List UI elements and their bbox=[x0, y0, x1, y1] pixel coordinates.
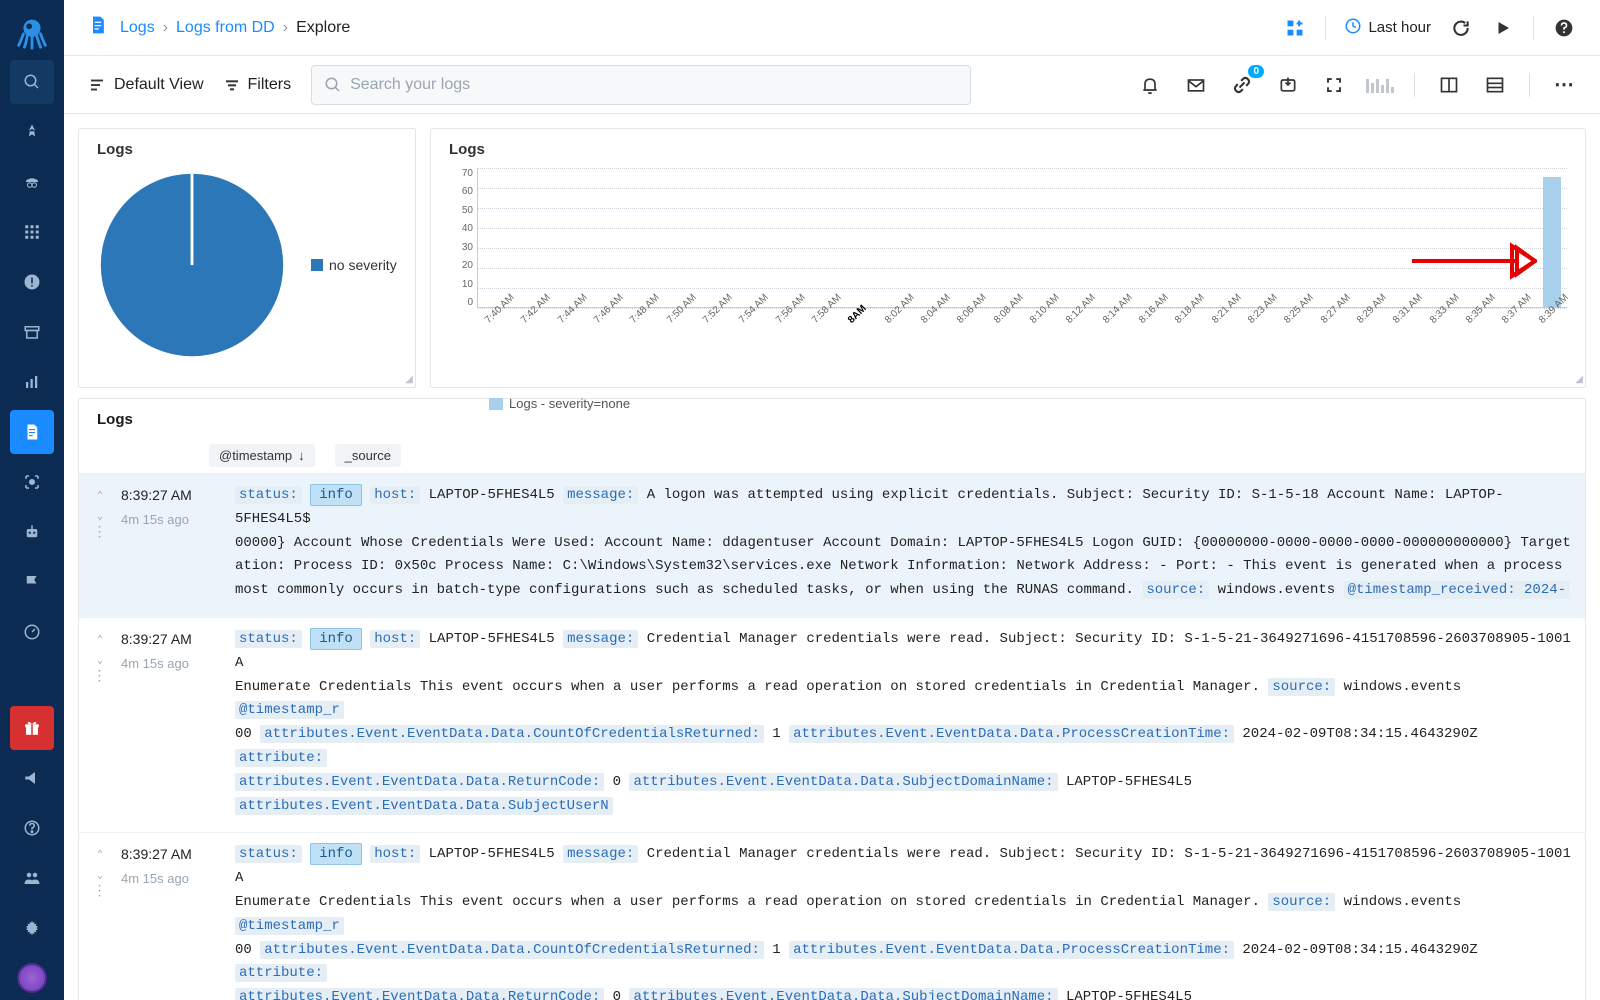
search-box[interactable] bbox=[311, 65, 971, 105]
row-timestamp: 8:39:27 AM4m 15s ago bbox=[121, 843, 221, 1000]
people-icon[interactable] bbox=[10, 856, 54, 900]
topbar: Logs › Logs from DD › Explore Last hour bbox=[64, 0, 1600, 56]
refresh-icon[interactable] bbox=[1449, 16, 1473, 40]
filters-label: Filters bbox=[248, 76, 292, 94]
time-range-label: Last hour bbox=[1368, 19, 1431, 36]
bar-legend-label: Logs - severity=none bbox=[509, 396, 630, 411]
y-axis: 706050403020100 bbox=[451, 168, 473, 308]
split-view-icon[interactable] bbox=[1437, 73, 1461, 97]
pie-legend-label: no severity bbox=[329, 257, 397, 273]
pie-panel: Logs no severity ◢ bbox=[78, 128, 416, 388]
gear-icon[interactable] bbox=[10, 906, 54, 950]
export-icon[interactable] bbox=[1276, 73, 1300, 97]
logo-icon[interactable] bbox=[10, 10, 54, 54]
bell-icon[interactable] bbox=[1138, 73, 1162, 97]
filters-button[interactable]: Filters bbox=[224, 76, 292, 94]
pie-chart[interactable] bbox=[97, 170, 287, 360]
row-body: status: info host: LAPTOP-5FHES4L5 messa… bbox=[235, 484, 1571, 603]
log-list: ⌃⌄⋮8:39:27 AM4m 15s agostatus: info host… bbox=[79, 473, 1585, 1000]
filter-icon bbox=[224, 77, 240, 93]
resize-handle-icon[interactable]: ◢ bbox=[1575, 374, 1583, 385]
bar-chart[interactable]: 706050403020100 7:40 AM7:42 AM7:44 AM7:4… bbox=[477, 168, 1567, 348]
chart-icon[interactable] bbox=[10, 360, 54, 404]
row-timestamp: 8:39:27 AM4m 15s ago bbox=[121, 628, 221, 818]
wheel-badge-icon[interactable] bbox=[10, 956, 54, 1000]
link-badge-count: 0 bbox=[1248, 65, 1264, 78]
document-icon[interactable] bbox=[10, 410, 54, 454]
main-area: Logs › Logs from DD › Explore Last hour bbox=[64, 0, 1600, 1000]
time-range-picker[interactable]: Last hour bbox=[1344, 17, 1431, 39]
row-body: status: info host: LAPTOP-5FHES4L5 messa… bbox=[235, 843, 1571, 1000]
alert-icon[interactable] bbox=[10, 260, 54, 304]
search-icon[interactable] bbox=[10, 60, 54, 104]
log-row[interactable]: ⌃⌄⋮ 8:39:27 AM4m 15s agostatus: info host… bbox=[79, 473, 1585, 617]
bar-legend[interactable]: Logs - severity=none bbox=[489, 396, 1567, 411]
rocket-icon[interactable] bbox=[10, 110, 54, 154]
scan-icon[interactable] bbox=[10, 460, 54, 504]
x-axis: 7:40 AM7:42 AM7:44 AM7:46 AM7:48 AM7:50 … bbox=[477, 312, 1567, 352]
column-headers: @timestamp ↓ _source bbox=[79, 438, 1585, 473]
bar-panel-title: Logs bbox=[449, 141, 1567, 158]
barcode-icon[interactable] bbox=[1368, 73, 1392, 97]
row-body: status: info host: LAPTOP-5FHES4L5 messa… bbox=[235, 628, 1571, 818]
add-widget-icon[interactable] bbox=[1283, 16, 1307, 40]
clock-icon bbox=[1344, 17, 1362, 39]
row-handle[interactable]: ⌃⌄⋮ bbox=[93, 843, 107, 1000]
robot-icon[interactable] bbox=[10, 510, 54, 554]
fullscreen-icon[interactable] bbox=[1322, 73, 1346, 97]
breadcrumb: Logs › Logs from DD › Explore bbox=[120, 19, 350, 37]
log-row[interactable]: ⌃⌄⋮ 8:39:27 AM4m 15s agostatus: info host… bbox=[79, 617, 1585, 832]
list-view-icon[interactable] bbox=[1483, 73, 1507, 97]
megaphone-icon[interactable] bbox=[10, 756, 54, 800]
nav-sidebar bbox=[0, 0, 64, 1000]
pie-legend[interactable]: no severity bbox=[311, 257, 397, 273]
content-area: Logs no severity ◢ L bbox=[64, 114, 1600, 1000]
pie-panel-title: Logs bbox=[97, 141, 397, 158]
breadcrumb-logs[interactable]: Logs bbox=[120, 19, 155, 37]
breadcrumb-sep-icon: › bbox=[163, 19, 168, 37]
default-view-button[interactable]: Default View bbox=[88, 76, 204, 94]
legend-swatch-icon bbox=[311, 259, 323, 271]
breadcrumb-sep-icon: › bbox=[283, 19, 288, 37]
legend-swatch-icon bbox=[489, 398, 503, 410]
default-view-label: Default View bbox=[114, 76, 204, 94]
column-timestamp[interactable]: @timestamp ↓ bbox=[209, 444, 315, 467]
archive-icon[interactable] bbox=[10, 310, 54, 354]
row-timestamp: 8:39:27 AM4m 15s ago bbox=[121, 484, 221, 603]
mail-icon[interactable] bbox=[1184, 73, 1208, 97]
topbar-help-icon[interactable] bbox=[1552, 16, 1576, 40]
chart-grid bbox=[477, 168, 1567, 308]
play-icon[interactable] bbox=[1491, 16, 1515, 40]
menu-icon bbox=[88, 76, 106, 94]
grid-icon[interactable] bbox=[10, 210, 54, 254]
logs-section: Logs @timestamp ↓ _source ⌃⌄⋮8:39:27 AM4… bbox=[78, 398, 1586, 1000]
bar-panel: Logs 706050403020100 7:40 AM7:42 AM7:44 … bbox=[430, 128, 1586, 388]
page-type-icon bbox=[88, 15, 108, 41]
gift-icon[interactable] bbox=[10, 706, 54, 750]
more-icon[interactable]: ⋯ bbox=[1552, 73, 1576, 97]
link-icon[interactable]: 0 bbox=[1230, 73, 1254, 97]
search-icon bbox=[324, 76, 342, 94]
resize-handle-icon[interactable]: ◢ bbox=[405, 374, 413, 385]
spy-icon[interactable] bbox=[10, 160, 54, 204]
gauge-icon[interactable] bbox=[10, 610, 54, 654]
row-handle[interactable]: ⌃⌄⋮ bbox=[93, 484, 107, 603]
toolbar: Default View Filters 0 bbox=[64, 56, 1600, 114]
search-input[interactable] bbox=[350, 76, 958, 94]
help-icon[interactable] bbox=[10, 806, 54, 850]
breadcrumb-logs-from-dd[interactable]: Logs from DD bbox=[176, 19, 275, 37]
column-source[interactable]: _source bbox=[335, 444, 401, 467]
breadcrumb-current: Explore bbox=[296, 19, 350, 37]
arrow-annotation-icon bbox=[1407, 236, 1537, 286]
flag-icon[interactable] bbox=[10, 560, 54, 604]
log-row[interactable]: ⌃⌄⋮ 8:39:27 AM4m 15s agostatus: info host… bbox=[79, 832, 1585, 1000]
row-handle[interactable]: ⌃⌄⋮ bbox=[93, 628, 107, 818]
sort-down-icon: ↓ bbox=[298, 448, 305, 463]
